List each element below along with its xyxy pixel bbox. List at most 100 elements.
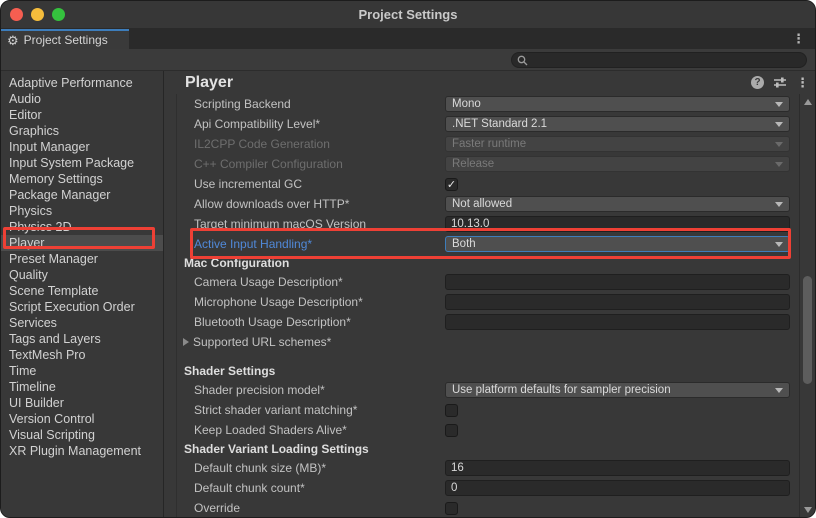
chevron-down-icon <box>775 142 783 147</box>
setting-row-scripting-backend: Scripting Backend Mono <box>164 94 799 114</box>
chevron-down-icon <box>775 388 783 393</box>
setting-row-microphone-usage-description: Microphone Usage Description* <box>164 292 799 312</box>
strict-shader-variant-matching-checkbox[interactable] <box>445 404 458 417</box>
default-chunk-size-mb-field[interactable] <box>445 460 790 476</box>
chevron-down-icon <box>775 202 783 207</box>
sidebar-item-memory-settings[interactable]: Memory Settings <box>1 171 163 187</box>
more-menu-icon[interactable]: ⋮ <box>796 76 809 89</box>
use-incremental-gc-checkbox[interactable]: ✓ <box>445 178 458 191</box>
presets-icon[interactable] <box>773 76 787 89</box>
sidebar-item-textmesh-pro[interactable]: TextMesh Pro <box>1 347 163 363</box>
setting-label: Use incremental GC <box>194 177 302 191</box>
camera-usage-description-field[interactable] <box>445 274 790 290</box>
page-title: Player <box>185 74 233 92</box>
dropdown-value: Mono <box>452 98 775 110</box>
setting-label[interactable]: Supported URL schemes* <box>193 335 331 349</box>
toolbar <box>1 49 815 71</box>
sidebar-item-package-manager[interactable]: Package Manager <box>1 187 163 203</box>
bluetooth-usage-description-field[interactable] <box>445 314 790 330</box>
foldout-arrow-icon[interactable] <box>183 338 189 346</box>
content-header: Player ? ⋮ <box>164 71 815 94</box>
active-input-handling-dropdown[interactable]: Both <box>445 236 790 252</box>
setting-row-override: Override <box>164 498 799 518</box>
sidebar-item-xr-plugin-management[interactable]: XR Plugin Management <box>1 443 163 459</box>
setting-label: Scripting Backend <box>194 97 291 111</box>
tab-more-menu-icon[interactable]: ⋮ <box>792 30 805 48</box>
microphone-usage-description-field[interactable] <box>445 294 790 310</box>
dropdown-value: Faster runtime <box>452 138 775 150</box>
setting-label: Microphone Usage Description* <box>194 295 363 309</box>
setting-row-target-minimum-macos-version: Target minimum macOS Version <box>164 214 799 234</box>
setting-label: Target minimum macOS Version <box>194 217 366 231</box>
api-compatibility-level-dropdown[interactable]: .NET Standard 2.1 <box>445 116 790 132</box>
vertical-scrollbar[interactable] <box>799 94 815 518</box>
allow-downloads-over-http-dropdown[interactable]: Not allowed <box>445 196 790 212</box>
search-icon <box>517 55 528 66</box>
tab-label: Project Settings <box>24 33 108 47</box>
sidebar-item-player[interactable]: Player <box>1 235 163 251</box>
target-minimum-macos-version-field[interactable] <box>445 216 790 232</box>
setting-label: Keep Loaded Shaders Alive* <box>194 423 347 437</box>
dropdown-value: Release <box>452 158 775 170</box>
chevron-down-icon <box>775 122 783 127</box>
settings-content: Player ? ⋮ Scripting Backend Mono Api Comp… <box>164 71 815 518</box>
sidebar-item-services[interactable]: Services <box>1 315 163 331</box>
dropdown-value: .NET Standard 2.1 <box>452 118 775 130</box>
dropdown-value: Not allowed <box>452 198 775 210</box>
sidebar-item-script-execution-order[interactable]: Script Execution Order <box>1 299 163 315</box>
scripting-backend-dropdown[interactable]: Mono <box>445 96 790 112</box>
content-body: Scripting Backend Mono Api Compatibility L… <box>164 94 815 518</box>
main-area: Adaptive PerformanceAudioEditorGraphicsI… <box>1 71 815 518</box>
setting-row-bluetooth-usage-description: Bluetooth Usage Description* <box>164 312 799 332</box>
setting-control <box>445 502 790 515</box>
setting-label: Bluetooth Usage Description* <box>194 315 351 329</box>
setting-row-camera-usage-description: Camera Usage Description* <box>164 272 799 292</box>
sidebar-item-physics[interactable]: Physics <box>1 203 163 219</box>
section-mac-configuration: Mac Configuration <box>164 254 799 272</box>
setting-control: .NET Standard 2.1 <box>445 116 790 132</box>
setting-row-c-compiler-configuration: C++ Compiler ConfigurationRelease <box>164 154 799 174</box>
setting-row-supported-url-schemes: Supported URL schemes* <box>164 332 799 352</box>
setting-control <box>445 274 790 290</box>
dropdown-value: Use platform defaults for sampler precis… <box>452 384 775 396</box>
sidebar-item-editor[interactable]: Editor <box>1 107 163 123</box>
scrollbar-thumb[interactable] <box>803 276 812 384</box>
setting-control: Mono <box>445 96 790 112</box>
il2cpp-code-generation-dropdown: Faster runtime <box>445 136 790 152</box>
setting-row-use-incremental-gc: Use incremental GC ✓ <box>164 174 799 194</box>
sidebar-item-graphics[interactable]: Graphics <box>1 123 163 139</box>
setting-row-api-compatibility-level: Api Compatibility Level*.NET Standard 2.… <box>164 114 799 134</box>
tab-project-settings[interactable]: ⚙ Project Settings <box>1 29 129 49</box>
override-checkbox[interactable] <box>445 502 458 515</box>
sidebar-item-input-manager[interactable]: Input Manager <box>1 139 163 155</box>
keep-loaded-shaders-alive-checkbox[interactable] <box>445 424 458 437</box>
sidebar-item-audio[interactable]: Audio <box>1 91 163 107</box>
setting-control <box>445 404 790 417</box>
sidebar-item-tags-and-layers[interactable]: Tags and Layers <box>1 331 163 347</box>
settings-sidebar: Adaptive PerformanceAudioEditorGraphicsI… <box>1 71 164 518</box>
sidebar-item-time[interactable]: Time <box>1 363 163 379</box>
sidebar-item-visual-scripting[interactable]: Visual Scripting <box>1 427 163 443</box>
sidebar-item-version-control[interactable]: Version Control <box>1 411 163 427</box>
dropdown-value: Both <box>452 238 775 250</box>
sidebar-item-input-system-package[interactable]: Input System Package <box>1 155 163 171</box>
sidebar-item-ui-builder[interactable]: UI Builder <box>1 395 163 411</box>
sidebar-item-adaptive-performance[interactable]: Adaptive Performance <box>1 75 163 91</box>
tab-strip: ⚙ Project Settings ⋮ <box>1 29 815 49</box>
sidebar-item-timeline[interactable]: Timeline <box>1 379 163 395</box>
search-input[interactable] <box>528 53 801 67</box>
sidebar-item-preset-manager[interactable]: Preset Manager <box>1 251 163 267</box>
setting-control: Faster runtime <box>445 136 790 152</box>
sidebar-item-scene-template[interactable]: Scene Template <box>1 283 163 299</box>
setting-control <box>445 480 790 496</box>
sidebar-item-physics-2d[interactable]: Physics 2D <box>1 219 163 235</box>
shader-precision-model-dropdown[interactable]: Use platform defaults for sampler precis… <box>445 382 790 398</box>
help-icon[interactable]: ? <box>751 76 764 89</box>
default-chunk-count-field[interactable] <box>445 480 790 496</box>
search-box[interactable] <box>511 52 807 68</box>
scroll-down-icon[interactable] <box>804 507 812 513</box>
sidebar-item-quality[interactable]: Quality <box>1 267 163 283</box>
header-icons: ? ⋮ <box>751 76 809 89</box>
scroll-up-icon[interactable] <box>804 99 812 105</box>
setting-label: Shader precision model* <box>194 383 325 397</box>
